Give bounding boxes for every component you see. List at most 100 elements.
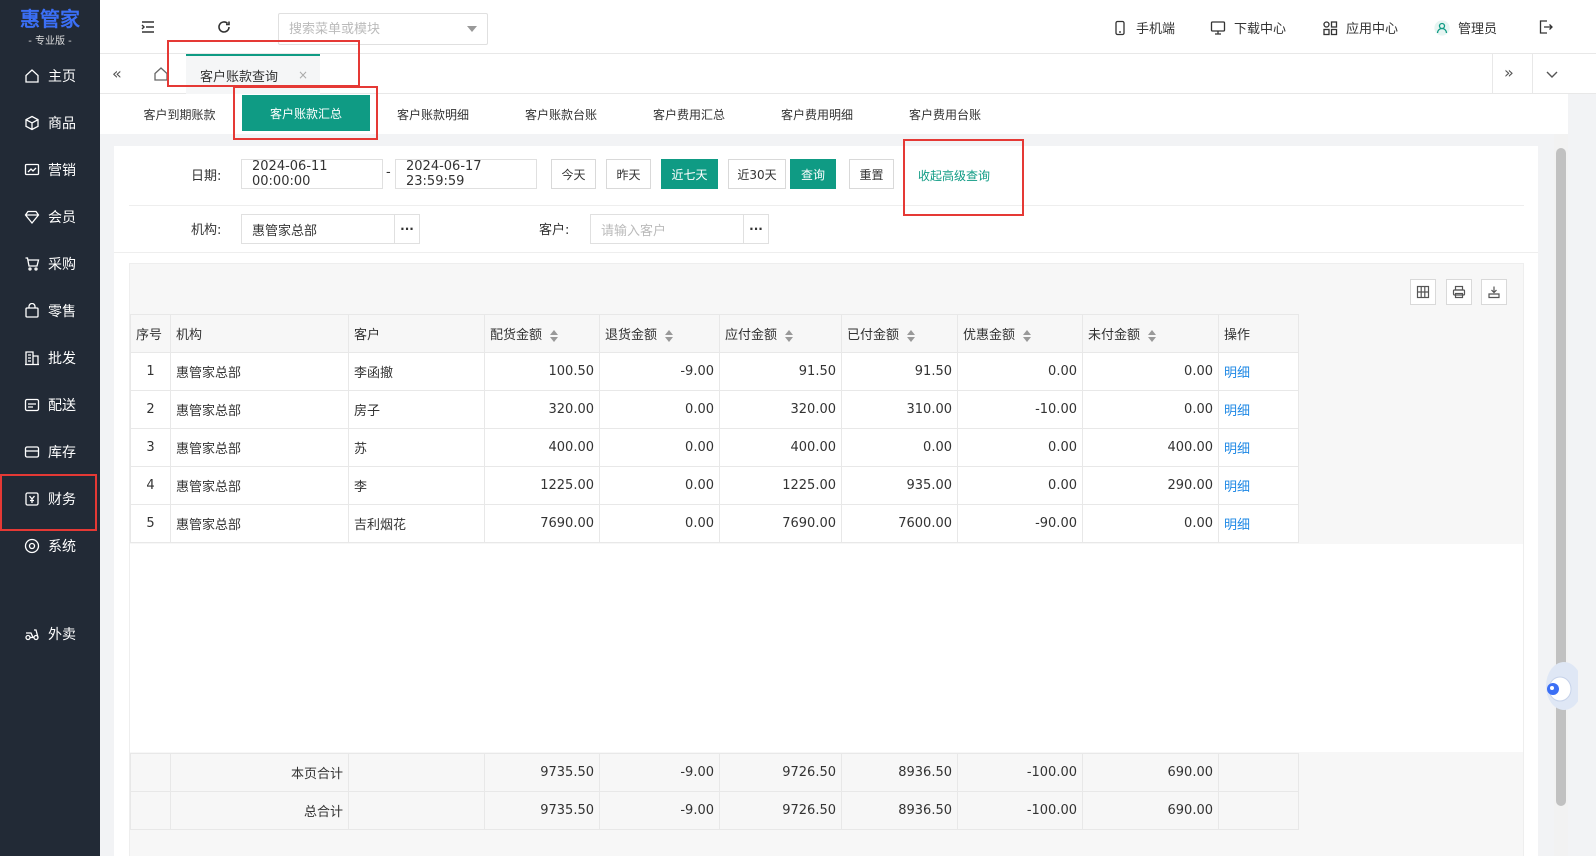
cell-unpaid-amount: 0.00 [1082,504,1219,543]
subtab-fee-detail[interactable]: 客户费用明细 [762,94,872,134]
menu-search-input[interactable] [279,14,459,44]
print-button[interactable] [1446,279,1472,305]
cell-discount-amount: -10.00 [957,390,1083,429]
tab-customer-account-query[interactable]: 客户账款查询 × [186,54,320,94]
detail-link[interactable]: 明细 [1224,366,1250,381]
detail-link[interactable]: 明细 [1224,442,1250,457]
subtab-due[interactable]: 客户到期账款 [122,94,237,134]
cell-org: 惠管家总部 [170,352,349,391]
org-input[interactable]: 惠管家总部 [241,214,395,244]
sidebar-item-finance[interactable]: 财务 [0,477,100,521]
sidebar-item-label: 零售 [48,304,76,320]
toggle-advanced-link[interactable]: 收起高级查询 [918,167,990,184]
yesterday-button[interactable]: 昨天 [606,159,651,189]
last-30-days-button[interactable]: 近30天 [728,159,786,189]
sidebar-item-purchase[interactable]: 采购 [0,242,100,286]
subtab-summary[interactable]: 客户账款汇总 [242,95,370,131]
subtab-detail[interactable]: 客户账款明细 [378,94,488,134]
sidebar-item-retail[interactable]: 零售 [0,289,100,333]
total-discount-amount: -100.00 [957,753,1083,792]
sidebar-item-delivery[interactable]: 配送 [0,383,100,427]
cell-paid-amount: 310.00 [841,390,958,429]
sort-icon[interactable] [907,329,916,342]
logout-icon[interactable] [1538,19,1554,35]
truck-icon [24,397,40,413]
app-center-link[interactable]: 应用中心 [1322,18,1398,37]
sidebar-item-home[interactable]: 主页 [0,54,100,98]
app-center-label: 应用中心 [1346,22,1399,37]
columns-icon [1416,285,1430,299]
column-header-sortable[interactable]: 已付金额 [841,314,958,353]
tab-bar: « 客户账款查询 × » [100,54,1596,94]
table-totals: 本页合计 9735.50 -9.00 9726.50 8936.50 -100.… [130,753,1299,830]
column-header-sortable[interactable]: 未付金额 [1082,314,1219,353]
columns-button[interactable] [1410,279,1436,305]
subtab-ledger[interactable]: 客户账款台账 [506,94,616,134]
cell-delivery-amount: 400.00 [484,428,600,467]
menu-toggle-icon[interactable] [140,19,156,35]
mobile-link[interactable]: 手机端 [1112,18,1175,37]
cell-index: 2 [130,390,171,429]
detail-link[interactable]: 明细 [1224,518,1250,533]
subtab-fee-summary[interactable]: 客户费用汇总 [634,94,744,134]
sort-icon[interactable] [1023,329,1032,342]
chevron-down-icon[interactable] [1544,66,1560,82]
column-header-sortable[interactable]: 配货金额 [484,314,600,353]
sidebar-item-marketing[interactable]: 营销 [0,148,100,192]
cell-return-amount: 0.00 [599,390,720,429]
sort-icon[interactable] [785,329,794,342]
date-end-input[interactable]: 2024-06-17 23:59:59 [395,159,537,189]
cell-unpaid-amount: 0.00 [1082,352,1219,391]
cell-return-amount: 0.00 [599,466,720,505]
sidebar-item-member[interactable]: 会员 [0,195,100,239]
column-header-sortable[interactable]: 优惠金额 [957,314,1083,353]
column-header-sortable[interactable]: 退货金额 [599,314,720,353]
table-row: 4 惠管家总部 李 1225.00 0.00 1225.00 935.00 0.… [130,466,1299,505]
detail-link[interactable]: 明细 [1224,480,1250,495]
chart-icon [24,162,40,178]
query-button[interactable]: 查询 [790,159,836,189]
double-chevron-right-icon[interactable]: » [1504,63,1514,82]
mobile-icon [1115,20,1125,35]
last-7-days-button[interactable]: 近七天 [661,159,718,189]
sidebar-item-wholesale[interactable]: 批发 [0,336,100,380]
sidebar-item-takeout[interactable]: 外卖 [0,612,100,656]
customer-input[interactable]: 请输入客户 [590,214,744,244]
user-menu[interactable]: 管理员 [1434,18,1497,37]
sort-icon[interactable] [1148,329,1157,342]
today-button[interactable]: 今天 [551,159,596,189]
org-picker-button[interactable]: ··· [394,214,420,244]
page-total-row: 本页合计 9735.50 -9.00 9726.50 8936.50 -100.… [130,753,1299,792]
double-chevron-left-icon[interactable]: « [112,64,122,83]
column-header: 机构 [170,314,349,353]
customer-label: 客户: [539,223,570,238]
home-tab-icon[interactable] [153,66,169,82]
cell-customer: 吉利烟花 [348,504,485,543]
cell-delivery-amount: 320.00 [484,390,600,429]
total-unpaid-amount: 690.00 [1082,753,1219,792]
menu-search[interactable] [278,13,488,45]
refresh-icon[interactable] [216,19,232,35]
date-start-input[interactable]: 2024-06-11 00:00:00 [241,159,383,189]
sidebar-item-goods[interactable]: 商品 [0,101,100,145]
reset-button[interactable]: 重置 [849,159,894,189]
sidebar-item-system[interactable]: 系统 [0,524,100,568]
sort-icon[interactable] [665,329,674,342]
cell-org: 惠管家总部 [170,428,349,467]
customer-picker-button[interactable]: ··· [743,214,769,244]
download-center-link[interactable]: 下载中心 [1210,18,1286,37]
cell-paid-amount: 91.50 [841,352,958,391]
close-icon[interactable]: × [298,68,308,82]
account-summary-table: 序号 机构 客户 配货金额 退货金额 应付金额 已付金额 优惠金额 未付金额 操… [130,314,1299,543]
export-button[interactable] [1481,279,1507,305]
assistant-float-button[interactable] [1538,654,1582,714]
subtab-fee-ledger[interactable]: 客户费用台账 [890,94,1000,134]
detail-link[interactable]: 明细 [1224,404,1250,419]
cell-payable-amount: 91.50 [719,352,842,391]
sort-icon[interactable] [550,329,559,342]
download-center-label: 下载中心 [1234,22,1287,37]
tab-label: 客户账款查询 [200,69,279,85]
column-header-sortable[interactable]: 应付金额 [719,314,842,353]
user-name: 管理员 [1458,22,1498,37]
sidebar-item-inventory[interactable]: 库存 [0,430,100,474]
